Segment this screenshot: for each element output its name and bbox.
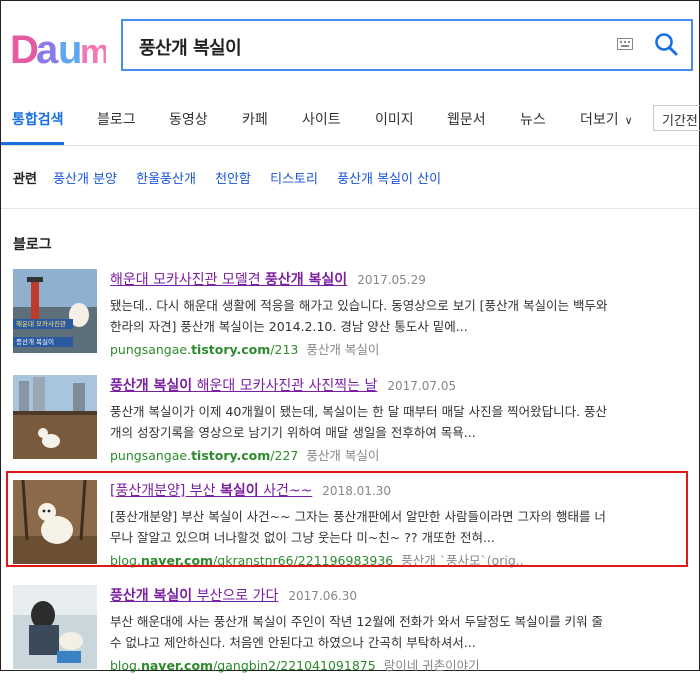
- desc-line: 수 없냐고 제안하신다. 처음엔 안된다고 하였으나 간곡히 부탁하셔서...: [110, 635, 476, 650]
- related-link[interactable]: 풍산개 분양: [53, 172, 117, 187]
- desc-line: 부산 해운대에 사는 풍산개 복실이 주인이 작년 12월에 전화가 와서 두달…: [110, 614, 604, 629]
- url-host: pungsangae.: [110, 342, 192, 357]
- tab-more-label: 더보기: [580, 112, 619, 128]
- title-post: 사건~~: [258, 483, 313, 499]
- divider: [1, 208, 699, 209]
- blog-result: [풍산개분양] 부산 복실이 사건~~ 2018.01.30 [풍산개분양] 부산…: [1, 480, 699, 580]
- tab-video[interactable]: 동영상: [169, 109, 208, 129]
- thumb-caption-2: 풍산개 복실이: [16, 337, 54, 346]
- svg-text:a: a: [36, 28, 59, 72]
- desc-line: 됐는데.. 다시 해운대 생활에 적응을 해가고 있습니다. 동영상으로 보기 …: [110, 298, 608, 313]
- result-thumbnail[interactable]: [13, 585, 97, 669]
- related-searches: 관련 풍산개 분양 한울풍산개 천안함 티스토리 풍산개 복실이 산이: [13, 168, 456, 187]
- result-description: 풍산개 복실이가 이제 40개월이 됐는데, 복실이는 한 달 때부터 매달 사…: [110, 401, 670, 443]
- blog-result: 풍산개 복실이 해운대 모카사진관 사진찍는 날 2017.07.05 풍산개 복…: [1, 375, 699, 475]
- related-label: 관련: [13, 172, 37, 187]
- blog-name[interactable]: 풍산개 `풍사모`(orig..: [401, 553, 524, 568]
- blog-result: 풍산개 복실이 부산으로 가다 2017.06.30 부산 해운대에 사는 풍산개…: [1, 585, 699, 685]
- title-pre: [풍산개분양] 부산: [110, 483, 220, 499]
- period-select[interactable]: 기간전: [653, 105, 700, 131]
- result-title: 해운대 모카사진관 모델견 풍산개 복실이 2017.05.29: [110, 269, 426, 289]
- tab-blog[interactable]: 블로그: [97, 109, 136, 129]
- url-domain: tistory.com: [191, 342, 271, 357]
- search-input[interactable]: 풍산개 복실이: [139, 34, 242, 60]
- desc-line: [풍산개분양] 부산 복실이 사건~~ 그자는 풍산개판에서 알만한 사람들이라…: [110, 509, 606, 524]
- result-date: 2017.05.29: [357, 273, 426, 287]
- result-source: blog.naver.com/gangbin2/221041091875 랑이네 …: [110, 655, 480, 674]
- result-url[interactable]: pungsangae.tistory.com/213: [110, 342, 298, 357]
- chevron-down-icon: ∨: [624, 114, 633, 127]
- search-icon[interactable]: [653, 31, 679, 57]
- title-post: 부산으로 가다: [192, 588, 279, 604]
- related-link[interactable]: 한울풍산개: [136, 172, 196, 187]
- result-date: 2017.07.05: [387, 379, 457, 393]
- url-host: pungsangae.: [110, 448, 192, 463]
- result-title-link[interactable]: 해운대 모카사진관 모델견 풍산개 복실이: [110, 272, 347, 288]
- tab-image[interactable]: 이미지: [375, 109, 414, 129]
- search-box[interactable]: 풍산개 복실이: [121, 19, 693, 71]
- result-date: 2018.01.30: [322, 484, 392, 498]
- svg-text:m: m: [80, 33, 106, 71]
- keyboard-icon[interactable]: [617, 38, 633, 50]
- tab-cafe[interactable]: 카페: [242, 109, 268, 129]
- active-tab-indicator: [1, 142, 64, 145]
- title-bold: 풍산개 복실이: [110, 588, 193, 604]
- result-title-link[interactable]: [풍산개분양] 부산 복실이 사건~~: [110, 483, 312, 499]
- tab-site[interactable]: 사이트: [302, 109, 341, 129]
- url-path: /213: [270, 342, 299, 357]
- result-thumbnail[interactable]: [13, 375, 97, 459]
- desc-line: 무나 잘알고 있으며 너나할것 없이 그냥 웃는다 미~친~ ?? 개또한 전혀…: [110, 530, 495, 545]
- tab-more[interactable]: 더보기 ∨: [580, 109, 633, 129]
- result-title-link[interactable]: 풍산개 복실이 부산으로 가다: [110, 588, 278, 604]
- related-link[interactable]: 티스토리: [270, 172, 318, 187]
- thumb-caption-1: 해운대 모카사진관: [16, 319, 66, 328]
- result-source: blog.naver.com/qkranstnr66/221196983936 풍…: [110, 550, 524, 569]
- daum-logo[interactable]: D a u m: [10, 23, 106, 73]
- url-host: blog.: [110, 553, 141, 568]
- title-pre: 해운대 모카사진관 모델견: [110, 272, 266, 288]
- svg-text:u: u: [58, 28, 82, 72]
- tab-web[interactable]: 웹문서: [447, 109, 486, 129]
- result-title: [풍산개분양] 부산 복실이 사건~~ 2018.01.30: [110, 480, 391, 500]
- title-post: 해운대 모카사진관 사진찍는 날: [192, 378, 378, 394]
- url-path: /qkranstnr66/221196983936: [213, 553, 394, 568]
- result-description: 됐는데.. 다시 해운대 생활에 적응을 해가고 있습니다. 동영상으로 보기 …: [110, 295, 670, 337]
- result-description: 부산 해운대에 사는 풍산개 복실이 주인이 작년 12월에 전화가 와서 두달…: [110, 611, 670, 653]
- result-url[interactable]: blog.naver.com/qkranstnr66/221196983936: [110, 553, 393, 568]
- result-description: [풍산개분양] 부산 복실이 사건~~ 그자는 풍산개판에서 알만한 사람들이라…: [110, 506, 670, 548]
- result-title: 풍산개 복실이 해운대 모카사진관 사진찍는 날 2017.07.05: [110, 375, 456, 395]
- svg-text:D: D: [10, 28, 39, 72]
- blog-name[interactable]: 풍산개 복실이: [306, 448, 379, 463]
- result-title: 풍산개 복실이 부산으로 가다 2017.06.30: [110, 585, 357, 605]
- result-source: pungsangae.tistory.com/227 풍산개 복실이: [110, 445, 379, 464]
- related-link[interactable]: 풍산개 복실이 산이: [337, 172, 441, 187]
- title-bold: 복실이: [219, 483, 259, 499]
- section-title-blog: 블로그: [13, 237, 52, 253]
- result-thumbnail[interactable]: [13, 480, 97, 564]
- desc-line: 한라의 자견] 풍산개 복실이는 2014.2.10. 경남 양산 통도사 밑에…: [110, 319, 468, 334]
- url-domain: naver.com: [140, 553, 214, 568]
- desc-line: 개의 성장기록을 영상으로 남기기 위하여 매달 생일을 전후하여 목욕...: [110, 425, 476, 440]
- related-link[interactable]: 천안함: [215, 172, 251, 187]
- result-title-link[interactable]: 풍산개 복실이 해운대 모카사진관 사진찍는 날: [110, 378, 377, 394]
- blog-result: 해운대 모카사진관 풍산개 복실이 해운대 모카사진관 모델견 풍산개 복실이 2…: [1, 269, 699, 369]
- header: D a u m 풍산개 복실이: [1, 1, 699, 93]
- result-thumbnail[interactable]: 해운대 모카사진관 풍산개 복실이: [13, 269, 97, 353]
- blog-name[interactable]: 풍산개 복실이: [306, 342, 379, 357]
- result-date: 2017.06.30: [288, 589, 358, 603]
- title-bold: 풍산개 복실이: [110, 378, 193, 394]
- url-domain: tistory.com: [191, 448, 271, 463]
- result-source: pungsangae.tistory.com/213 풍산개 복실이: [110, 339, 379, 358]
- search-tabs: 통합검색 블로그 동영상 카페 사이트 이미지 웹문서 뉴스 더보기 ∨ 기간전: [1, 93, 700, 146]
- url-path: /227: [270, 448, 299, 463]
- title-bold: 풍산개 복실이: [265, 272, 348, 288]
- tab-all[interactable]: 통합검색: [12, 109, 64, 129]
- result-url[interactable]: pungsangae.tistory.com/227: [110, 448, 298, 463]
- tab-news[interactable]: 뉴스: [520, 109, 546, 129]
- desc-line: 풍산개 복실이가 이제 40개월이 됐는데, 복실이는 한 달 때부터 매달 사…: [110, 404, 608, 419]
